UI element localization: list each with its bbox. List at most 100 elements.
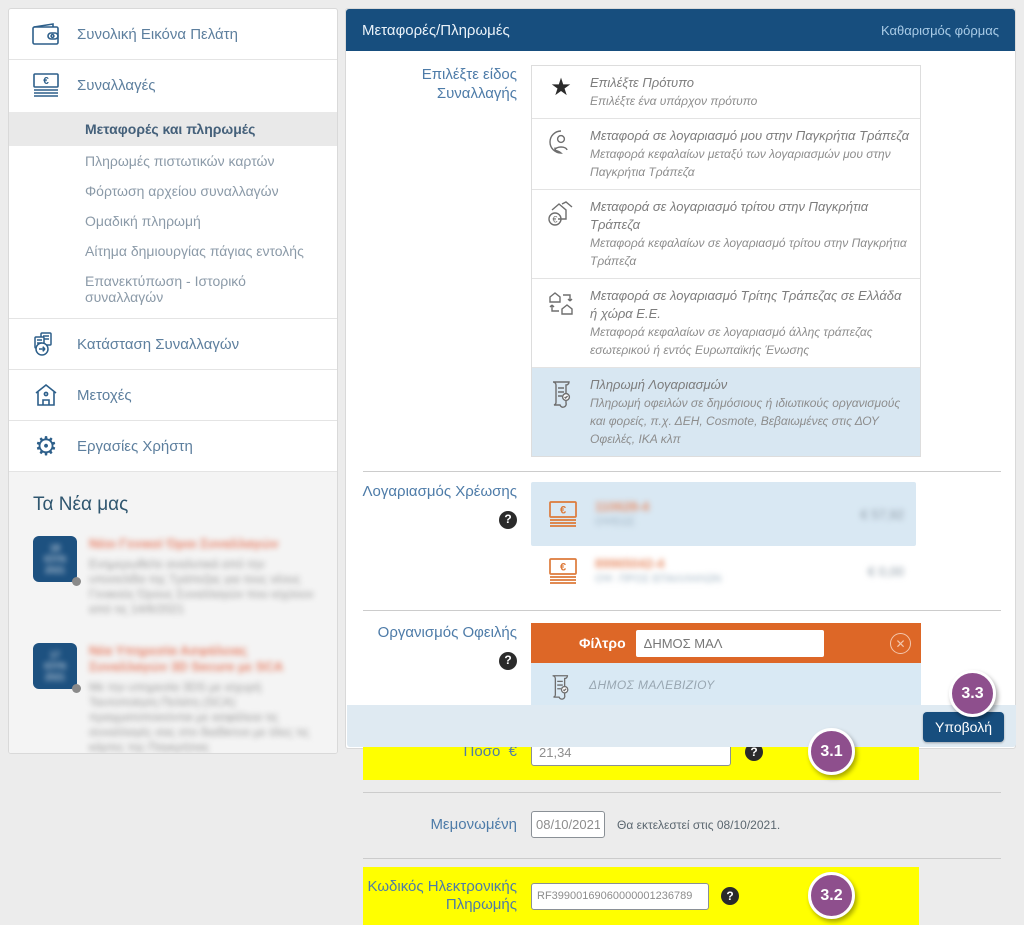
sidebar: Συνολική Εικόνα Πελάτη € Συναλλαγές Μετα… xyxy=(8,8,338,754)
help-icon[interactable]: ? xyxy=(499,511,517,529)
sidebar-item-label: Μετοχές xyxy=(77,387,132,404)
news-item-text: Με την υπηρεσία 3DS με ισχυρή Ταυτοποίησ… xyxy=(89,680,317,754)
help-icon[interactable]: ? xyxy=(499,652,517,670)
news-date-badge: 17 ΙΟΥΝ 2021 xyxy=(33,643,77,689)
organization-section: Οργανισμός Οφειλής ? Φίλτρο ✕ ΔΗΜΟΣ ΜΑΛΕ… xyxy=(346,623,1015,707)
debit-account-section: Λογαριασμός Χρέωσης ? € 110628-4 ΟΨΕΩΣ €… xyxy=(346,482,1015,596)
submenu-bulk-payment[interactable]: Ομαδική πληρωμή xyxy=(9,206,337,236)
option-title: Μεταφορά σε λογαριασμό Τρίτης Τράπεζας σ… xyxy=(590,288,901,321)
debit-account-list: € 110628-4 ΟΨΕΩΣ € 57,92 € xyxy=(531,482,916,596)
option-bill-payment[interactable]: Πληρωμή Λογαριασμών Πληρωμή οφειλών σε δ… xyxy=(532,368,920,456)
option-title: Μεταφορά σε λογαριασμό μου στην Παγκρήτι… xyxy=(590,128,909,143)
star-icon: ★ xyxy=(542,74,580,100)
option-text: Πληρωμή Λογαριασμών Πληρωμή οφειλών σε δ… xyxy=(590,376,910,448)
transaction-status-icon xyxy=(29,330,63,358)
account-info: 110628-4 ΟΨΕΩΣ xyxy=(595,499,849,529)
footer-bar: 3.3 Υποβολή xyxy=(347,705,1016,747)
option-text: Μεταφορά σε λογαριασμό τρίτου στην Παγκρ… xyxy=(590,198,910,270)
account-row[interactable]: € 89965042-4 ΟΨ. ΠΡΟΣ ΕΠΑΛΛΗΛΩΝ € 0,00 xyxy=(531,546,916,596)
divider xyxy=(363,858,1001,859)
submenu-file-upload[interactable]: Φόρτωση αρχείου συναλλαγών xyxy=(9,176,337,206)
news-section: Τα Νέα μας 18 ΙΟΥΝ 2021 Νέοι Γενικοί Όρο… xyxy=(9,472,337,754)
pin-icon xyxy=(72,684,81,693)
transaction-type-list: ★ Επιλέξτε Πρότυπο Επιλέξτε ένα υπάρχον … xyxy=(531,65,921,457)
news-item-title: Νέοι Γενικοί Όροι Συναλλαγών xyxy=(89,536,317,552)
annotation-badge-3-2: 3.2 xyxy=(808,872,855,919)
option-transfer-other-bank[interactable]: Μεταφορά σε λογαριασμό Τρίτης Τράπεζας σ… xyxy=(532,279,920,368)
news-item[interactable]: 17 ΙΟΥΝ 2021 Νέα Υπηρεσία Ασφάλειας Συνα… xyxy=(33,643,317,754)
transaction-type-label: Επιλέξτε είδος Συναλλαγής xyxy=(346,65,531,457)
account-number: 110628-4 xyxy=(595,499,849,515)
organization-label: Οργανισμός Οφειλής ? xyxy=(346,623,531,707)
main-header: Μεταφορές/Πληρωμές Καθαρισμός φόρμας xyxy=(346,9,1015,51)
sidebar-item-user-tasks[interactable]: ⚙ Εργασίες Χρήστη xyxy=(9,421,337,472)
option-subtitle: Μεταφορά κεφαλαίων σε λογαριασμό άλλης τ… xyxy=(590,325,873,357)
pin-icon xyxy=(72,577,81,586)
option-text: Επιλέξτε Πρότυπο Επιλέξτε ένα υπάρχον πρ… xyxy=(590,74,757,110)
wallet-icon xyxy=(29,20,63,48)
filter-label: Φίλτρο xyxy=(579,635,626,651)
option-select-template[interactable]: ★ Επιλέξτε Πρότυπο Επιλέξτε ένα υπάρχον … xyxy=(532,66,920,119)
money-icon: € xyxy=(543,499,583,529)
date-section: Μεμονωμένη Θα εκτελεστεί στις 08/10/2021… xyxy=(346,811,1015,838)
news-date: 17 ΙΟΥΝ 2021 xyxy=(38,650,72,683)
bill-receipt-icon xyxy=(542,376,580,408)
option-text: Μεταφορά σε λογαριασμό Τρίτης Τράπεζας σ… xyxy=(590,287,910,359)
account-name: ΟΨΕΩΣ xyxy=(595,515,849,529)
option-subtitle: Μεταφορά κεφαλαίων σε λογαριασμό τρίτου … xyxy=(590,236,907,268)
sidebar-item-shares[interactable]: Μετοχές xyxy=(9,370,337,421)
help-icon[interactable]: ? xyxy=(721,887,739,905)
person-circle-icon xyxy=(542,127,580,155)
svg-text:€: € xyxy=(560,562,566,574)
account-info: 89965042-4 ΟΨ. ΠΡΟΣ ΕΠΑΛΛΗΛΩΝ xyxy=(595,556,856,586)
payment-code-input[interactable] xyxy=(531,883,709,910)
news-body: Νέοι Γενικοί Όροι Συναλλαγών Ενημερωθείτ… xyxy=(89,536,317,617)
option-subtitle: Μεταφορά κεφαλαίων μεταξύ των λογαριασμώ… xyxy=(590,147,891,179)
sidebar-item-label: Συνολική Εικόνα Πελάτη xyxy=(77,26,238,43)
payment-code-highlight-row: Κωδικός Ηλεκτρονικής Πληρωμής ? 3.2 xyxy=(363,867,919,925)
house-euro-icon: € xyxy=(542,198,580,228)
submenu-standing-order[interactable]: Αίτημα δημιουργίας πάγιας εντολής xyxy=(9,236,337,266)
submit-button[interactable]: Υποβολή xyxy=(923,712,1004,742)
news-title: Τα Νέα μας xyxy=(33,494,317,516)
news-body: Νέα Υπηρεσία Ασφάλειας Συναλλαγών 3D Sec… xyxy=(89,643,317,754)
option-transfer-third-party[interactable]: € Μεταφορά σε λογαριασμό τρίτου στην Παγ… xyxy=(532,190,920,279)
sidebar-item-transaction-status[interactable]: Κατάσταση Συναλλαγών xyxy=(9,319,337,370)
organization-filter-bar: Φίλτρο ✕ xyxy=(531,623,921,663)
account-balance: € 0,00 xyxy=(868,564,904,579)
debit-account-label: Λογαριασμός Χρέωσης ? xyxy=(346,482,531,596)
gear-icon: ⚙ xyxy=(29,432,63,460)
page-title: Μεταφορές/Πληρωμές xyxy=(362,22,510,39)
organization-result-row[interactable]: ΔΗΜΟΣ ΜΑΛΕΒΙΖΙΟΥ xyxy=(531,663,921,707)
money-icon: € xyxy=(543,556,583,586)
clear-form-link[interactable]: Καθαρισμός φόρμας xyxy=(881,23,999,38)
bank-transfer-icon xyxy=(542,287,580,317)
account-row-selected[interactable]: € 110628-4 ΟΨΕΩΣ € 57,92 xyxy=(531,482,916,546)
account-name: ΟΨ. ΠΡΟΣ ΕΠΑΛΛΗΛΩΝ xyxy=(595,572,856,586)
option-transfer-own-account[interactable]: Μεταφορά σε λογαριασμό μου στην Παγκρήτι… xyxy=(532,119,920,190)
annotation-badge-3-1: 3.1 xyxy=(808,728,855,775)
submenu-reprint-history[interactable]: Επανεκτύπωση - Ιστορικό συναλλαγών xyxy=(9,266,337,312)
organization-content: Φίλτρο ✕ ΔΗΜΟΣ ΜΑΛΕΒΙΖΙΟΥ xyxy=(531,623,921,707)
account-number: 89965042-4 xyxy=(595,556,856,572)
house-icon xyxy=(29,381,63,409)
clear-filter-icon[interactable]: ✕ xyxy=(890,633,911,654)
news-date: 18 ΙΟΥΝ 2021 xyxy=(38,543,72,576)
svg-text:€: € xyxy=(43,76,49,87)
submenu-transfers-payments[interactable]: Μεταφορές και πληρωμές xyxy=(9,112,337,146)
sidebar-item-label: Συναλλαγές xyxy=(77,77,156,94)
option-title: Πληρωμή Λογαριασμών xyxy=(590,377,727,392)
news-item[interactable]: 18 ΙΟΥΝ 2021 Νέοι Γενικοί Όροι Συναλλαγώ… xyxy=(33,536,317,617)
date-input[interactable] xyxy=(531,811,605,838)
news-date-badge: 18 ΙΟΥΝ 2021 xyxy=(33,536,77,582)
news-item-title: Νέα Υπηρεσία Ασφάλειας Συναλλαγών 3D Sec… xyxy=(89,643,317,675)
submenu-credit-card-payments[interactable]: Πληρωμές πιστωτικών καρτών xyxy=(9,146,337,176)
sidebar-item-overview[interactable]: Συνολική Εικόνα Πελάτη xyxy=(9,9,337,60)
sidebar-item-label: Εργασίες Χρήστη xyxy=(77,438,193,455)
organization-filter-input[interactable] xyxy=(636,630,824,657)
transactions-submenu: Μεταφορές και πληρωμές Πληρωμές πιστωτικ… xyxy=(9,110,337,319)
option-title: Μεταφορά σε λογαριασμό τρίτου στην Παγκρ… xyxy=(590,199,868,232)
sidebar-item-label: Κατάσταση Συναλλαγών xyxy=(77,336,239,353)
sidebar-item-transactions[interactable]: € Συναλλαγές xyxy=(9,60,337,110)
option-title: Επιλέξτε Πρότυπο xyxy=(590,75,694,90)
